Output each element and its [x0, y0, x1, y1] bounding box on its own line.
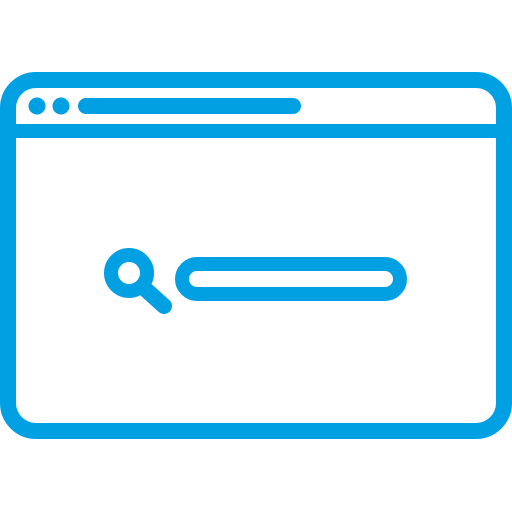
browser-search-icon	[0, 0, 512, 512]
window-dot-icon	[52, 97, 70, 115]
magnifier-handle	[135, 279, 172, 314]
search-field-icon	[175, 257, 407, 301]
search-icon	[104, 248, 172, 314]
window-dot-icon	[28, 97, 46, 115]
browser-search-illustration	[0, 72, 512, 439]
